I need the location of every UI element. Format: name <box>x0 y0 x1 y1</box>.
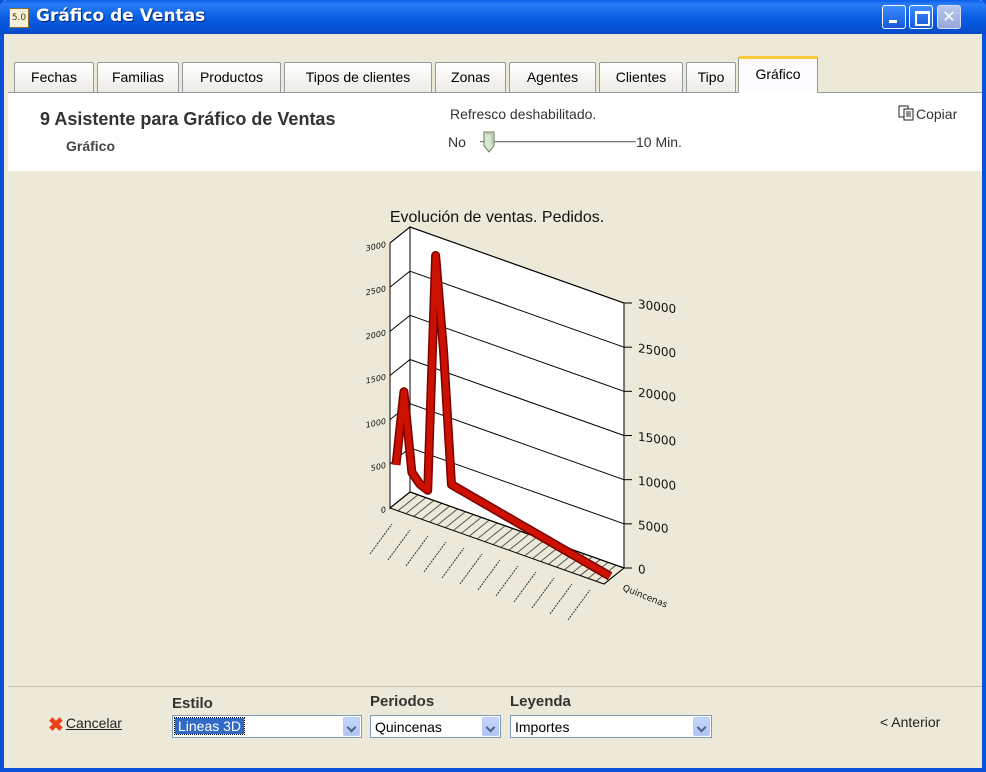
title-bar[interactable]: 5.0 Gráfico de Ventas ✕ <box>0 0 986 34</box>
period-label-mark <box>495 565 519 597</box>
right-axis-tick-label: 10000 <box>638 474 676 493</box>
cancel-label: Cancelar <box>65 715 122 731</box>
estilo-value: Lineas 3D <box>173 717 246 735</box>
period-label-mark <box>423 541 447 573</box>
close-icon: ✕ <box>942 7 956 26</box>
maximize-button[interactable] <box>909 5 933 29</box>
right-axis-tick-label: 0 <box>638 562 646 577</box>
slider-max-label: 10 Min. <box>636 134 682 150</box>
period-label-mark <box>459 553 483 585</box>
chevron-down-icon[interactable] <box>693 717 710 736</box>
chevron-down-icon[interactable] <box>343 717 360 736</box>
period-label-mark <box>369 523 393 555</box>
periodos-label: Periodos <box>370 693 435 710</box>
tab-clientes[interactable]: Clientes <box>599 62 683 92</box>
floor-hatch <box>468 519 490 537</box>
refresh-status: Refresco deshabilitado. <box>450 106 597 122</box>
left-axis-tick-label: 3000 <box>366 239 386 253</box>
period-label-mark <box>477 559 501 591</box>
depth-axis-label: Quincenas <box>621 584 669 611</box>
estilo-label: Estilo <box>172 695 213 712</box>
left-axis-tick-label: 2500 <box>366 283 386 297</box>
tab-fechas[interactable]: Fechas <box>14 62 94 92</box>
app-icon: 5.0 <box>9 8 29 28</box>
refresh-slider-thumb[interactable] <box>483 131 495 153</box>
cancel-icon: ✖ <box>48 715 64 736</box>
refresh-slider-track[interactable] <box>480 141 636 143</box>
chart-3d-line: 0 0 5000 500 10000 1000 15000 1500 20000 2000 2500… <box>366 225 676 621</box>
tab-grafico[interactable]: Gráfico <box>738 56 818 93</box>
cancel-button[interactable]: ✖ Cancelar <box>48 714 122 737</box>
floor-hatch <box>524 539 546 557</box>
copy-button[interactable]: Copiar <box>898 105 957 122</box>
floor-hatch <box>421 502 443 520</box>
floor-hatch <box>437 508 458 526</box>
right-axis-tick-label: 5000 <box>638 518 669 536</box>
tab-agentes[interactable]: Agentes <box>509 62 596 92</box>
copy-icon <box>898 105 914 121</box>
floor-hatch <box>453 514 474 531</box>
tab-zonas[interactable]: Zonas <box>435 62 506 92</box>
slider-min-label: No <box>448 134 466 150</box>
maximize-icon <box>910 6 932 28</box>
floor-hatch <box>508 533 530 551</box>
tab-tipo[interactable]: Tipo <box>686 62 736 92</box>
left-axis-tick-label: 500 <box>371 460 386 473</box>
period-label-mark <box>549 583 573 615</box>
window-title: Gráfico de Ventas <box>36 6 206 26</box>
floor-hatch <box>445 511 466 529</box>
floor-hatch <box>484 525 506 543</box>
period-label-mark <box>567 589 591 621</box>
period-label-mark <box>441 547 465 579</box>
floor-hatch <box>429 505 450 523</box>
floor-hatch <box>500 531 522 548</box>
right-axis-tick-label: 30000 <box>638 297 676 316</box>
period-label-mark <box>405 535 429 567</box>
wizard-header: 9 Asistente para Gráfico de Ventas Gráfi… <box>8 93 982 171</box>
minimize-button[interactable] <box>882 5 906 29</box>
footer-bar: ✖ Cancelar Estilo Lineas 3D Periodos Quin… <box>8 686 982 766</box>
minimize-icon <box>883 6 905 28</box>
right-axis-tick-label: 25000 <box>638 341 676 360</box>
floor-hatch <box>492 528 514 545</box>
previous-button[interactable]: < Anterior <box>880 714 940 730</box>
floor-hatch <box>516 536 538 554</box>
main-window: 5.0 Gráfico de Ventas ✕ Fechas Familias … <box>0 0 986 772</box>
previous-label: < Anterior <box>880 714 941 730</box>
close-button[interactable]: ✕ <box>937 5 961 29</box>
estilo-select[interactable]: Lineas 3D <box>172 715 362 738</box>
leyenda-value: Importes <box>515 719 570 735</box>
floor-hatch <box>405 497 427 515</box>
leyenda-select[interactable]: Importes <box>510 715 712 738</box>
periodos-value: Quincenas <box>375 719 442 735</box>
copy-label: Copiar <box>916 106 958 122</box>
chart-layer: 0 0 5000 500 10000 1000 15000 1500 20000 2000 2500… <box>366 225 676 621</box>
floor-hatch <box>413 500 435 517</box>
step-subtitle: Gráfico <box>66 138 116 154</box>
floor-hatch <box>461 516 482 534</box>
left-axis-tick-label: 1000 <box>366 416 386 430</box>
tab-strip: Fechas Familias Productos Tipos de clien… <box>8 56 982 93</box>
leyenda-label: Leyenda <box>510 693 571 710</box>
left-axis-tick-label: 2000 <box>366 327 386 341</box>
periodos-select[interactable]: Quincenas <box>370 715 501 738</box>
right-axis-tick-label: 15000 <box>638 430 676 449</box>
tab-tipos-de-clientes[interactable]: Tipos de clientes <box>284 62 432 92</box>
step-title: 9 Asistente para Gráfico de Ventas <box>40 109 336 129</box>
chart-area: Evolución de ventas. Pedidos. 0 0 5000 500 1… <box>8 171 982 686</box>
tab-familias[interactable]: Familias <box>97 62 179 92</box>
chevron-down-icon[interactable] <box>482 717 499 736</box>
right-axis-tick-label: 20000 <box>638 385 676 404</box>
left-axis-tick-label: 1500 <box>366 372 386 386</box>
left-axis-tick-label: 0 <box>381 504 386 515</box>
period-label-mark <box>513 571 537 603</box>
floor-hatch <box>476 522 498 540</box>
tab-productos[interactable]: Productos <box>182 62 281 92</box>
period-label-mark <box>531 577 555 609</box>
period-label-mark <box>387 529 411 561</box>
